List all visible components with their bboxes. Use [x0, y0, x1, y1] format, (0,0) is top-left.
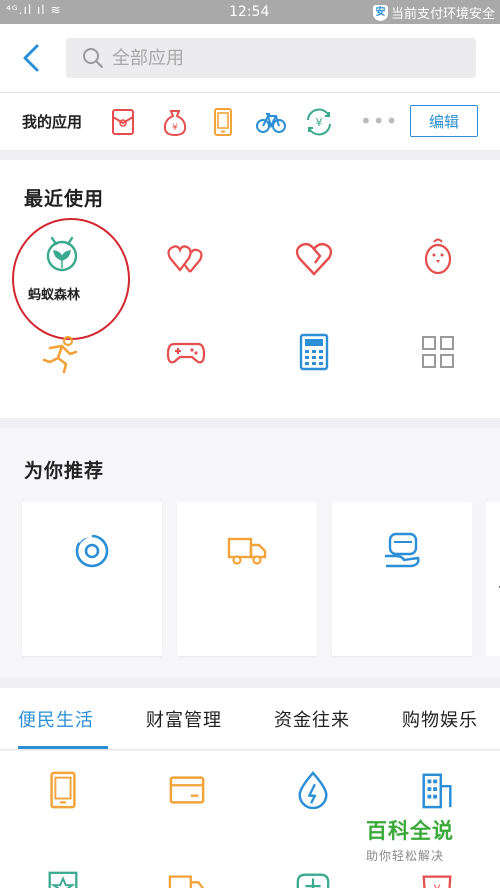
mobile-topup-icon[interactable] [44, 771, 82, 809]
yuan-bag-icon[interactable]: ¥ [418, 869, 456, 888]
edit-button[interactable]: 编辑 [410, 105, 478, 137]
star-card-icon[interactable] [44, 869, 82, 888]
svg-text:¥: ¥ [433, 883, 441, 888]
more-dots-icon[interactable]: ••• [360, 109, 398, 133]
gamepad-icon[interactable] [166, 332, 206, 372]
chick-icon[interactable] [418, 236, 458, 276]
svg-text:¥: ¥ [316, 116, 323, 129]
tab-shopping[interactable]: 购物娱乐 [402, 706, 478, 732]
signal-indicator: ⁴ᴳ.ıl ıl ≋ [6, 3, 62, 17]
plus-badge-icon[interactable] [294, 869, 332, 888]
clock: 12:54 [229, 4, 270, 20]
recommend-card[interactable] [332, 502, 472, 656]
recommend-card[interactable] [22, 502, 162, 656]
card-icon[interactable] [168, 771, 206, 809]
phone-topup-icon[interactable] [208, 107, 238, 137]
money-bag-icon[interactable]: ¥ [160, 107, 190, 137]
header [0, 24, 500, 92]
app-grid-icon[interactable] [418, 332, 458, 372]
my-apps-bar: 我的应用 ¥ ¥ ••• 编辑 [0, 92, 500, 150]
status-bar: ⁴ᴳ.ıl ıl ≋ 12:54 安 当前支付环境安全 [0, 0, 500, 24]
heart-icon[interactable] [294, 238, 334, 278]
search-icon [83, 48, 103, 68]
hand-card-icon [385, 532, 420, 568]
water-bill-icon[interactable] [294, 771, 332, 809]
watermark: 百科全说 助你轻松解决 [366, 815, 454, 864]
recommend-card-partial[interactable]: 公 [486, 502, 500, 656]
tab-wealth[interactable]: 财富管理 [146, 706, 222, 732]
recent-section: 最近使用 蚂蚁森林 [0, 160, 500, 418]
category-tabs: 便民生活 财富管理 资金往来 购物娱乐 [0, 688, 500, 750]
back-arrow-icon[interactable] [18, 42, 48, 74]
search-input[interactable] [112, 47, 452, 69]
watermark-subtitle: 助你轻松解决 [366, 849, 445, 863]
red-envelope-icon[interactable] [108, 107, 138, 137]
truck-partial-icon[interactable] [168, 869, 206, 888]
building-icon[interactable] [418, 771, 456, 809]
swirl-icon [75, 533, 109, 568]
svg-text:¥: ¥ [172, 123, 178, 133]
security-text: 当前支付环境安全 [390, 7, 495, 22]
tab-funds[interactable]: 资金往来 [274, 706, 350, 732]
search-box[interactable] [66, 38, 476, 78]
yuan-transfer-icon[interactable]: ¥ [304, 107, 334, 137]
recommend-card[interactable] [177, 502, 317, 656]
bicycle-icon[interactable] [256, 107, 286, 137]
ant-forest-label: 蚂蚁森林 [28, 288, 81, 303]
watermark-title: 百科全说 [366, 819, 454, 843]
tab-convenience[interactable]: 便民生活 [18, 706, 94, 732]
recommend-title: 为你推荐 [24, 460, 105, 482]
ant-forest-icon[interactable] [42, 234, 82, 274]
active-tab-indicator [18, 746, 108, 749]
my-apps-title: 我的应用 [22, 113, 83, 131]
calculator-icon[interactable] [294, 332, 334, 372]
hearts-icon[interactable] [166, 238, 206, 278]
shield-icon: 安 [372, 4, 388, 21]
runner-icon[interactable] [40, 334, 80, 374]
delivery-truck-icon [227, 537, 267, 565]
security-status: 安 当前支付环境安全 [372, 3, 495, 22]
recent-title: 最近使用 [24, 188, 105, 210]
recommend-section: 为你推荐 公 [0, 428, 500, 678]
